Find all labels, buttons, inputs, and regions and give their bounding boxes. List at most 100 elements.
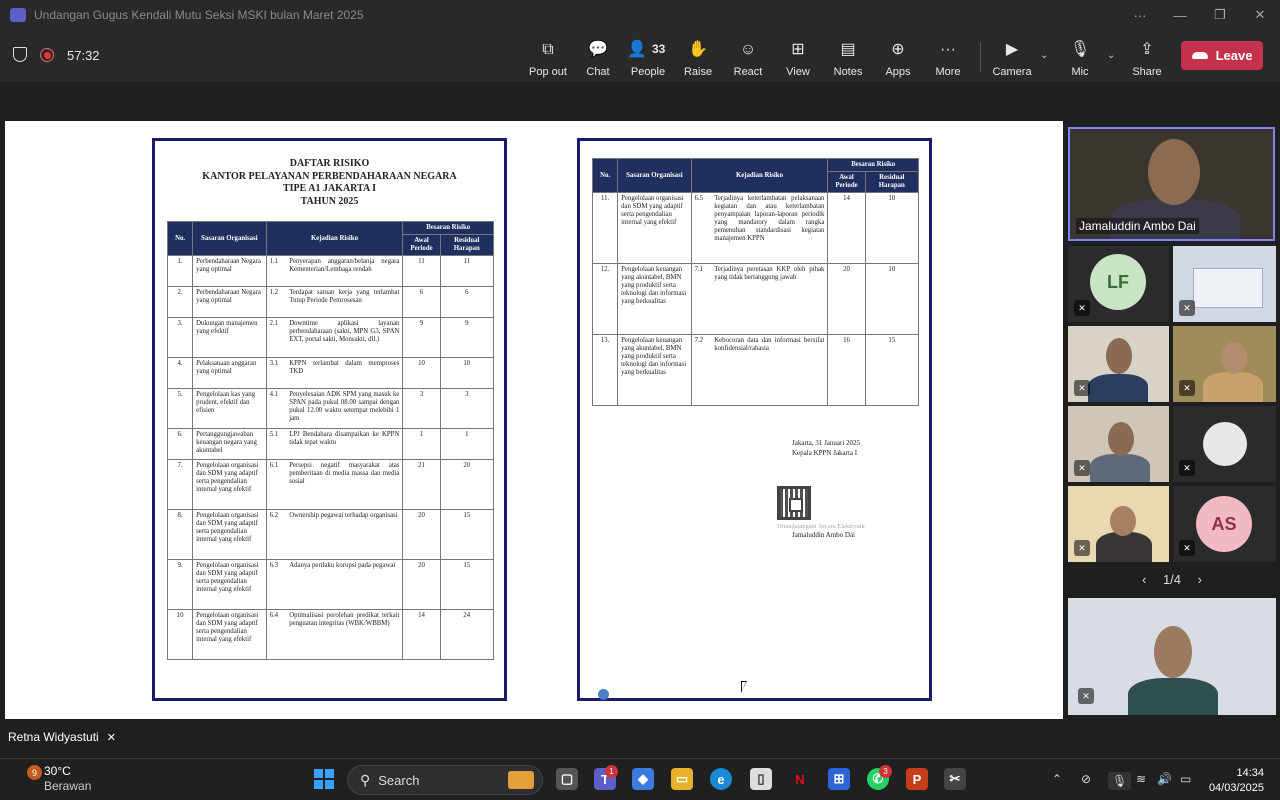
- mic-off-icon: ✕: [1074, 380, 1090, 396]
- battery-icon[interactable]: ▭: [1180, 772, 1191, 786]
- apps-button[interactable]: ⊕ Apps: [872, 38, 924, 78]
- row-kejadian: Terdapat satuan kerja yang terlambat Tut…: [286, 286, 404, 318]
- more-button[interactable]: ··· More: [922, 38, 974, 78]
- store-icon[interactable]: ⊞: [828, 768, 850, 790]
- row-sasaran: Pengelolaan organisasi dan SDM yang adap…: [192, 509, 267, 560]
- participant-tile-building[interactable]: ✕: [1173, 246, 1276, 322]
- row-awal: 11: [402, 255, 441, 287]
- react-button[interactable]: ☺ React: [722, 38, 774, 78]
- start-button[interactable]: [314, 769, 334, 789]
- participant-tile-7[interactable]: ✕: [1068, 486, 1169, 562]
- leave-button[interactable]: Leave: [1181, 41, 1263, 70]
- smiley-icon: ☺: [739, 41, 757, 58]
- participant-tile-5[interactable]: ✕: [1068, 406, 1169, 482]
- weather-widget[interactable]: 30°C Berawan: [44, 764, 91, 794]
- row-number: 11.: [591, 192, 619, 264]
- participant-face: [1221, 342, 1247, 374]
- previous-page-chevron-icon[interactable]: ‹: [1142, 572, 1146, 587]
- people-button[interactable]: 👤 33 People: [622, 38, 674, 78]
- row-code: 3.1: [265, 357, 287, 389]
- minimize-button[interactable]: —: [1160, 0, 1200, 30]
- taskbar-search[interactable]: ⚲ Search: [347, 765, 543, 795]
- share-button[interactable]: ⇪ Share: [1121, 38, 1173, 78]
- table-row: 10 Pengelolaan organisasi dan SDM yang ad…: [166, 609, 495, 660]
- popout-button[interactable]: ⧉ Pop out: [522, 38, 574, 78]
- participant-tile-3[interactable]: ✕: [1068, 326, 1169, 402]
- document-page-2: No. Sasaran Organisasi Kejadian Risiko B…: [577, 138, 932, 701]
- participant-tile-bottom[interactable]: ✕: [1068, 598, 1276, 715]
- row-sasaran: Dukungan manajemen yang efektif: [192, 317, 267, 358]
- row-sasaran: Perbendaharaan Negara yang optimal: [192, 286, 267, 318]
- mic-options-chevron-icon[interactable]: ⌄: [1107, 50, 1115, 61]
- view-button[interactable]: ⊞ View: [772, 38, 824, 78]
- row-number: 8.: [166, 509, 194, 560]
- gallery-page-indicator: 1/4: [1162, 572, 1182, 587]
- row-sasaran: Pengelolaan organisasi dan SDM yang adap…: [617, 192, 692, 264]
- mic-button[interactable]: 🎙 Mic: [1054, 38, 1106, 78]
- more-options-icon[interactable]: ···: [1120, 0, 1160, 30]
- avatar-as: AS: [1196, 496, 1252, 552]
- participant-tile-6[interactable]: ✕: [1173, 406, 1276, 482]
- row-number: 7.: [166, 459, 194, 510]
- temperature: 30°C: [44, 764, 71, 778]
- row-residual: 24: [439, 609, 495, 660]
- participant-body: [1096, 532, 1152, 562]
- mic-muted-tray-icon[interactable]: 🎙: [1108, 772, 1132, 790]
- mic-off-icon: ✕: [1179, 460, 1195, 476]
- wifi-icon[interactable]: ≋: [1136, 772, 1146, 786]
- row-code: 5.1: [265, 428, 287, 460]
- table-row: 11. Pengelolaan organisasi dan SDM yang a…: [591, 192, 920, 264]
- raise-hand-button[interactable]: ✋ Raise: [672, 38, 724, 78]
- document-app-icon[interactable]: ▯: [750, 768, 772, 790]
- row-awal: 1: [402, 428, 441, 460]
- chat-button[interactable]: 💬 Chat: [572, 38, 624, 78]
- row-number: 4.: [166, 357, 194, 389]
- camera-options-chevron-icon[interactable]: ⌄: [1040, 50, 1048, 61]
- row-awal: 14: [827, 192, 866, 264]
- copilot-icon[interactable]: ◆: [632, 768, 654, 790]
- row-code: 4.1: [265, 388, 287, 429]
- whatsapp-badge: 3: [879, 765, 892, 778]
- show-hidden-icons-chevron-icon[interactable]: ⌃: [1052, 772, 1062, 786]
- plus-square-icon: ⊕: [891, 41, 905, 58]
- document-title: DAFTAR RISIKO KANTOR PELAYANAN PERBENDAH…: [202, 158, 457, 207]
- system-clock[interactable]: 14:34 04/03/2025: [1208, 766, 1264, 796]
- next-page-chevron-icon[interactable]: ›: [1198, 572, 1202, 587]
- row-number: 9.: [166, 559, 194, 610]
- row-code: 7.1: [690, 263, 712, 335]
- participant-tile-4[interactable]: ✕: [1173, 326, 1276, 402]
- edge-icon[interactable]: e: [710, 768, 732, 790]
- refresh-icon[interactable]: [598, 689, 609, 700]
- mic-off-icon: ✕: [1074, 460, 1090, 476]
- phone-icon: [1191, 52, 1208, 59]
- row-awal: 21: [402, 459, 441, 510]
- table-row: 12. Pengelolaan keuangan yang akuntabel, …: [591, 263, 920, 335]
- network-off-icon[interactable]: ⊘: [1081, 772, 1091, 786]
- self-name: Retna Widyastuti: [8, 730, 99, 744]
- row-code: 1.2: [265, 286, 287, 318]
- row-code: 2.1: [265, 317, 287, 358]
- snipping-tool-icon[interactable]: ✂: [944, 768, 966, 790]
- notes-button[interactable]: ▤ Notes: [822, 38, 874, 78]
- mic-off-icon: ✕: [1179, 540, 1195, 556]
- row-code: 6.1: [265, 459, 287, 510]
- row-kejadian: Terjadinya peretasan KKP oleh pihak yang…: [711, 263, 829, 335]
- row-sasaran: Perbendaharaan Negara yang optimal: [192, 255, 267, 287]
- participant-face: [1106, 338, 1132, 374]
- camera-button[interactable]: ▶ Camera: [986, 38, 1038, 78]
- row-awal: 20: [402, 509, 441, 560]
- participant-tile-lf[interactable]: LF ✕: [1068, 246, 1169, 322]
- window-title: Undangan Gugus Kendali Mutu Seksi MSKI b…: [34, 8, 364, 22]
- row-code: 1.1: [265, 255, 287, 287]
- participant-tile-as[interactable]: AS ✕: [1173, 486, 1276, 562]
- share-icon: ⇪: [1140, 41, 1154, 58]
- powerpoint-icon[interactable]: P: [906, 768, 928, 790]
- task-view-icon[interactable]: ▢: [556, 768, 578, 790]
- close-button[interactable]: ✕: [1240, 0, 1280, 30]
- volume-icon[interactable]: 🔊: [1157, 772, 1172, 786]
- window-titlebar: Undangan Gugus Kendali Mutu Seksi MSKI b…: [0, 0, 1280, 30]
- maximize-button[interactable]: ❐: [1200, 0, 1240, 30]
- netflix-icon[interactable]: N: [789, 768, 811, 790]
- file-explorer-icon[interactable]: ▭: [671, 768, 693, 790]
- row-awal: 9: [402, 317, 441, 358]
